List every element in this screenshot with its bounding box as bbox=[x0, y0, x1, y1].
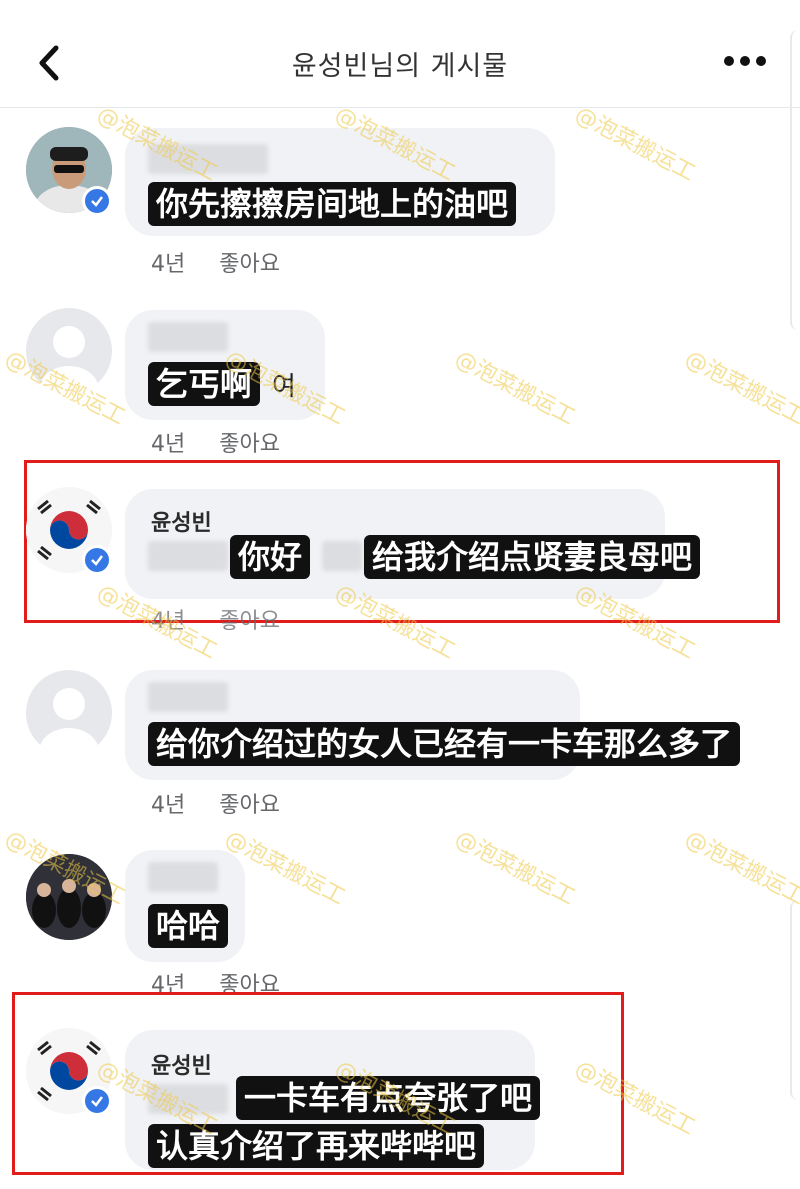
comment-subtitle: 你好 bbox=[230, 535, 311, 579]
page-title: 윤성빈님의 게시물 bbox=[291, 51, 509, 82]
comment-subtitle: 你先擦擦房间地上的油吧 bbox=[148, 182, 517, 226]
like-button[interactable]: 좋아요 bbox=[219, 246, 280, 278]
comment-time: 4년 bbox=[151, 609, 186, 634]
comment-subtitle: 一卡车有点夸张了吧 bbox=[236, 1076, 541, 1120]
comment-time: 4년 bbox=[151, 252, 186, 277]
comment-time: 4년 bbox=[151, 793, 186, 818]
group-photo-icon bbox=[26, 854, 112, 940]
top-app-bar: 윤성빈님의 게시물 bbox=[0, 0, 800, 108]
comment-item: 哈哈 4년 좋아요 bbox=[0, 840, 800, 1000]
comment-item: 给你介绍过的女人已经有一卡车那么多了 4년 좋아요 bbox=[0, 660, 800, 820]
avatar[interactable] bbox=[26, 670, 112, 756]
comment-subtitle: 哈哈 bbox=[148, 904, 229, 948]
comment-meta: 4년 좋아요 bbox=[151, 426, 280, 458]
more-horizontal-icon bbox=[724, 56, 734, 66]
comment-author[interactable]: 윤성빈 bbox=[151, 505, 212, 537]
avatar[interactable] bbox=[26, 854, 112, 940]
more-options-button[interactable] bbox=[724, 56, 766, 66]
comment-author[interactable]: 윤성빈 bbox=[151, 1048, 212, 1080]
verified-badge-icon bbox=[82, 545, 112, 575]
comment-item: 乞丐啊 여 4년 좋아요 bbox=[0, 300, 800, 460]
verified-badge-icon bbox=[82, 1086, 112, 1116]
comment-original-text: 여 bbox=[272, 372, 296, 402]
like-button[interactable]: 좋아요 bbox=[219, 426, 280, 458]
comment-meta: 4년 좋아요 bbox=[151, 246, 280, 278]
like-button[interactable]: 좋아요 bbox=[219, 787, 280, 819]
comment-time: 4년 bbox=[151, 432, 186, 457]
comment-item: 윤성빈 你好 给我介绍点贤妻良母吧 4년 좋아요 bbox=[0, 475, 800, 634]
comment-subtitle-2: 认真介绍了再来哔哔吧 bbox=[148, 1124, 485, 1168]
avatar[interactable] bbox=[26, 308, 112, 394]
comment-meta: 4년 좋아요 bbox=[151, 603, 280, 635]
comment-subtitle-2: 给我介绍点贤妻良母吧 bbox=[364, 535, 701, 579]
verified-badge-icon bbox=[82, 186, 112, 216]
redacted-name bbox=[148, 144, 268, 174]
comment-item: 你先擦擦房间地上的油吧 4년 좋아요 bbox=[0, 120, 800, 290]
default-avatar-icon bbox=[39, 688, 99, 756]
redacted-name bbox=[148, 322, 228, 352]
comment-item: 윤성빈 一卡车有点夸张了吧 认真介绍了再来哔哔吧 bbox=[0, 1018, 800, 1178]
comment-subtitle: 给你介绍过的女人已经有一卡车那么多了 bbox=[148, 722, 741, 766]
redacted-name bbox=[148, 682, 228, 712]
like-button[interactable]: 좋아요 bbox=[219, 603, 280, 635]
redacted-name bbox=[148, 862, 218, 892]
redacted-text bbox=[148, 1084, 228, 1114]
comment-meta: 4년 좋아요 bbox=[151, 787, 280, 819]
default-avatar-icon bbox=[39, 326, 99, 394]
redacted-text bbox=[322, 541, 362, 571]
redacted-text bbox=[148, 541, 228, 571]
comment-subtitle: 乞丐啊 bbox=[148, 362, 261, 406]
